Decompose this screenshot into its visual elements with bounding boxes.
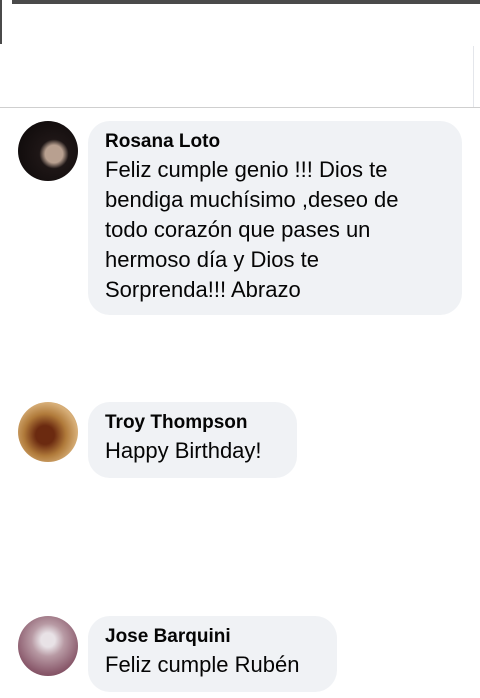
header-edge-left [0, 0, 2, 44]
comment-line: Feliz cumple genio !!! Dios te [105, 157, 388, 182]
comment-text: Feliz cumple genio !!! Dios te bendiga m… [105, 155, 446, 305]
comment-author[interactable]: Troy Thompson [105, 412, 281, 434]
header-bottom-divider [0, 107, 480, 108]
comment-text: Feliz cumple Rubén [105, 650, 321, 680]
top-bar [0, 0, 480, 108]
comment-line: todo corazón que pases un [105, 217, 371, 242]
comment-bubble[interactable]: Rosana Loto Feliz cumple genio !!! Dios … [88, 121, 462, 315]
avatar[interactable] [18, 121, 78, 181]
avatar[interactable] [18, 402, 78, 462]
comment-author[interactable]: Jose Barquini [105, 626, 321, 648]
avatar[interactable] [18, 616, 78, 676]
comment-bubble[interactable]: Troy Thompson Happy Birthday! [88, 402, 297, 478]
header-edge [12, 0, 480, 4]
comment-line: Sorprenda!!! Abrazo [105, 277, 301, 302]
comment-line: bendiga muchísimo ,deseo de [105, 187, 399, 212]
comment-author[interactable]: Rosana Loto [105, 131, 446, 153]
comment-line: hermoso día y Dios te [105, 247, 319, 272]
comment-text: Happy Birthday! [105, 436, 281, 466]
comment-line: Feliz cumple Rubén [105, 652, 300, 677]
comment-line: Happy Birthday! [105, 438, 262, 463]
comment-bubble[interactable]: Jose Barquini Feliz cumple Rubén [88, 616, 337, 692]
header-divider [473, 46, 474, 108]
